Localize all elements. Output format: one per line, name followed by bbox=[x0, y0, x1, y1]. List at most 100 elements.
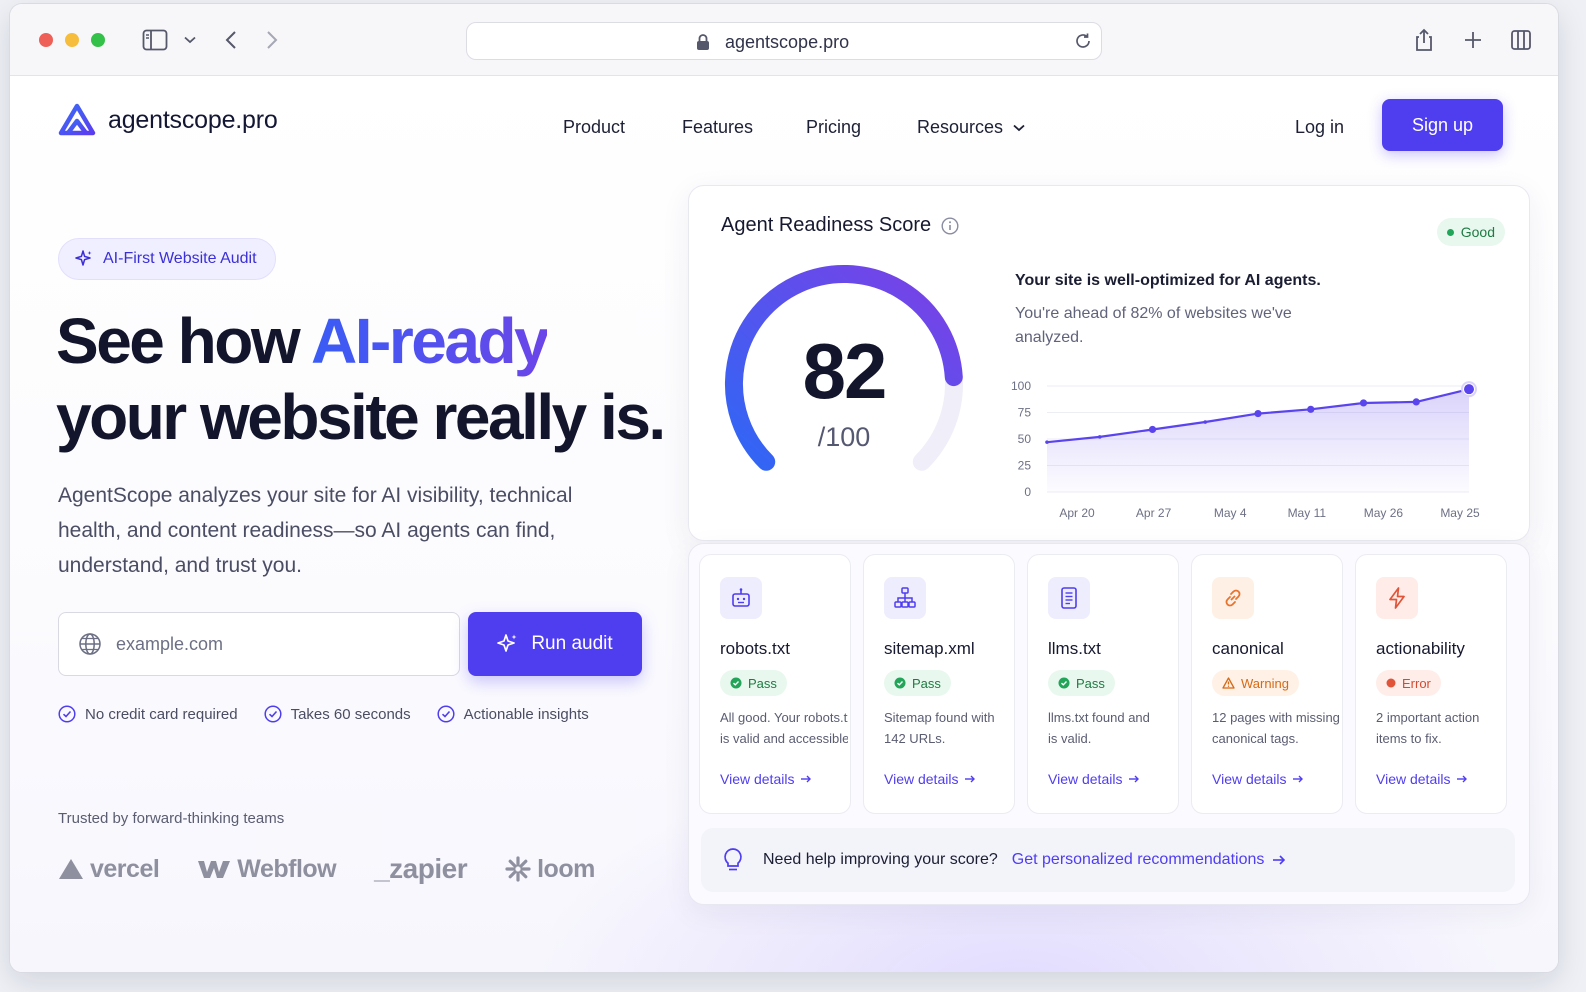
x-tick-label: Apr 27 bbox=[1136, 506, 1172, 520]
nav-features[interactable]: Features bbox=[682, 117, 753, 138]
brand-name: agentscope.pro bbox=[108, 105, 278, 134]
check-status-label: Warning bbox=[1241, 675, 1289, 691]
score-description: You're ahead of 82% of websites we've an… bbox=[1015, 305, 1292, 346]
browser-window: agentscope.pro agentscope.pro Product Fe… bbox=[10, 4, 1558, 972]
check-status-badge: Warning bbox=[1212, 670, 1299, 696]
view-details-link[interactable]: View details bbox=[720, 771, 812, 787]
view-details-link[interactable]: View details bbox=[1048, 771, 1140, 787]
check-description: Sitemap found with 142 URLs. bbox=[884, 707, 1012, 749]
tab-overview-icon[interactable] bbox=[1507, 26, 1535, 54]
hero-title-accent: AI-ready bbox=[311, 305, 550, 377]
zapier-wordmark: _zapier bbox=[374, 853, 468, 884]
arrow-right-icon bbox=[1457, 775, 1468, 783]
arrow-right-icon bbox=[1129, 775, 1140, 783]
score-title-label: Agent Readiness Score bbox=[721, 214, 932, 236]
data-point bbox=[1307, 405, 1315, 413]
trusted-label: Trusted by forward-thinking teams bbox=[58, 810, 285, 827]
check-description-line1: Sitemap found with bbox=[884, 710, 995, 725]
nav-product[interactable]: Product bbox=[563, 117, 625, 138]
sparkle-icon bbox=[75, 250, 92, 266]
check-circle-icon bbox=[894, 677, 906, 689]
check-status-label: Pass bbox=[1076, 675, 1105, 691]
check-name: sitemap.xml bbox=[884, 639, 975, 658]
help-question: Need help improving your score? bbox=[763, 851, 998, 868]
check-description-line2: is valid. bbox=[1048, 731, 1092, 746]
website-url-input[interactable] bbox=[116, 633, 416, 655]
warning-icon bbox=[1222, 677, 1235, 689]
login-link[interactable]: Log in bbox=[1295, 117, 1344, 138]
info-icon[interactable] bbox=[941, 216, 959, 235]
check-status-label: Pass bbox=[912, 675, 941, 691]
check-circle-icon bbox=[58, 705, 76, 723]
webflow-wordmark: Webflow bbox=[237, 854, 337, 883]
score-value: 82 bbox=[802, 327, 888, 415]
recommendations-link[interactable]: Get personalized recommendations bbox=[1012, 851, 1287, 869]
check-description-line2: is valid and accessible. bbox=[720, 731, 848, 746]
nav-pricing[interactable]: Pricing bbox=[806, 117, 861, 138]
nav-resources[interactable]: Resources bbox=[917, 117, 1025, 138]
nav-resources-label: Resources bbox=[917, 117, 1004, 137]
webflow-logo: Webflow bbox=[197, 854, 337, 884]
check-status-badge: Pass bbox=[720, 670, 787, 696]
check-circle-icon bbox=[264, 705, 282, 723]
website-url-field[interactable] bbox=[58, 612, 460, 676]
chevron-down-icon bbox=[1013, 124, 1025, 131]
check-description-line1: 12 pages with missing bbox=[1212, 710, 1340, 725]
check-name: llms.txt bbox=[1048, 639, 1101, 658]
check-card-actionability: actionability Error 2 important action item… bbox=[1355, 554, 1507, 814]
minimize-window-button[interactable] bbox=[65, 33, 79, 47]
arrow-right-icon bbox=[965, 775, 976, 783]
data-point bbox=[1148, 425, 1157, 434]
document-icon bbox=[1048, 577, 1090, 619]
y-tick-label: 100 bbox=[1011, 379, 1031, 393]
x-tick-label: May 25 bbox=[1440, 506, 1480, 520]
view-details-link[interactable]: View details bbox=[884, 771, 976, 787]
check-circle-icon bbox=[437, 705, 455, 723]
brand-logo[interactable]: agentscope.pro bbox=[58, 103, 278, 137]
run-audit-label: Run audit bbox=[531, 633, 613, 654]
status-badge-label: Good bbox=[1460, 224, 1495, 240]
sitemap-icon bbox=[884, 577, 926, 619]
check-status-badge: Pass bbox=[884, 670, 951, 696]
status-badge: Good bbox=[1436, 218, 1505, 246]
run-audit-button[interactable]: Run audit bbox=[468, 612, 642, 676]
data-point bbox=[1254, 409, 1262, 418]
share-icon[interactable] bbox=[1410, 26, 1438, 54]
check-description: 12 pages with missing canonical tags. bbox=[1212, 707, 1340, 749]
view-details-label: View details bbox=[1376, 771, 1451, 787]
check-status-label: Error bbox=[1402, 675, 1431, 691]
check-card-robots-txt: robots.txt Pass All good. Your robots.txt i… bbox=[699, 554, 851, 814]
score-card: Agent Readiness Score Good 82 /100 Your … bbox=[688, 185, 1530, 541]
benefit-item: Actionable insights bbox=[437, 705, 589, 723]
sidebar-toggle-icon[interactable] bbox=[141, 26, 169, 54]
series-area bbox=[1047, 389, 1469, 492]
benefit-item: Takes 60 seconds bbox=[264, 705, 411, 723]
signup-button[interactable]: Sign up bbox=[1382, 99, 1503, 151]
recommendations-link-label: Get personalized recommendations bbox=[1011, 851, 1265, 868]
close-window-button[interactable] bbox=[39, 33, 53, 47]
y-tick-label: 50 bbox=[1018, 432, 1032, 446]
back-icon[interactable] bbox=[217, 26, 245, 54]
zapier-logo: _zapier bbox=[374, 853, 468, 885]
forward-icon[interactable] bbox=[258, 26, 286, 54]
lightning-icon bbox=[1376, 577, 1418, 619]
view-details-link[interactable]: View details bbox=[1376, 771, 1468, 787]
hero-title-prefix: See how bbox=[56, 305, 312, 377]
address-bar[interactable]: agentscope.pro bbox=[466, 22, 1102, 60]
check-description: llms.txt found and is valid. bbox=[1048, 707, 1176, 749]
reload-icon[interactable] bbox=[1073, 31, 1093, 56]
chevron-down-icon[interactable] bbox=[176, 26, 204, 54]
benefit-label: No credit card required bbox=[85, 705, 238, 723]
check-card-canonical: canonical Warning 12 pages with missing can… bbox=[1191, 554, 1343, 814]
globe-icon bbox=[79, 633, 101, 655]
new-tab-icon[interactable] bbox=[1459, 26, 1487, 54]
zoom-window-button[interactable] bbox=[91, 33, 105, 47]
data-point bbox=[1203, 420, 1208, 424]
page-content: agentscope.pro Product Features Pricing … bbox=[10, 77, 1558, 972]
sparkle-icon bbox=[497, 634, 517, 652]
address-url: agentscope.pro bbox=[725, 32, 850, 52]
vercel-wordmark: vercel bbox=[90, 854, 160, 883]
loom-wordmark: loom bbox=[537, 854, 595, 883]
check-description-line1: All good. Your robots.txt bbox=[720, 710, 848, 725]
view-details-link[interactable]: View details bbox=[1212, 771, 1304, 787]
